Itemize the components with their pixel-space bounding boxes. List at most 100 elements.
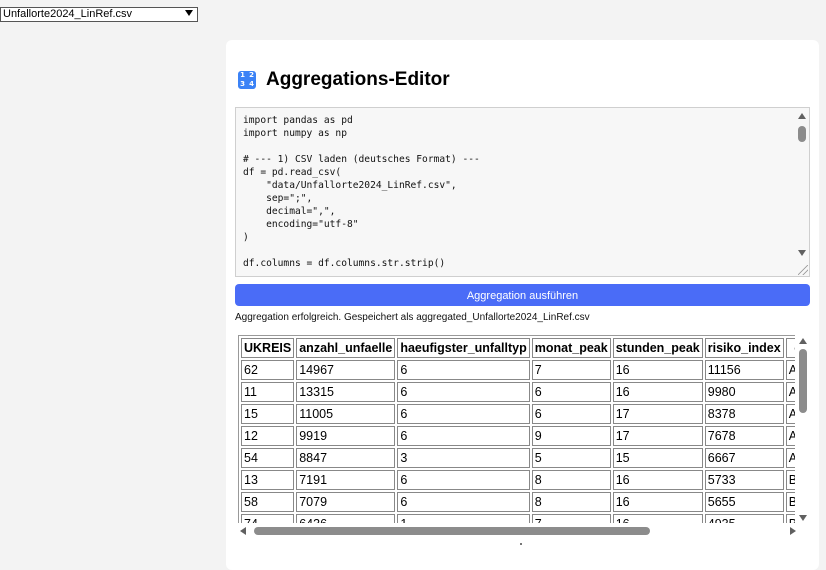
table-header-row: UKREIS anzahl_unfaelle haeufigster_unfal… xyxy=(241,338,795,358)
numbers-icon-glyph: 2 xyxy=(249,71,254,79)
table-row: 58707968165655B_hoc xyxy=(241,492,795,512)
file-select[interactable]: Unfallorte2024_LinRef.csv xyxy=(0,7,198,22)
code-scrollbar[interactable] xyxy=(795,108,809,276)
table-cell: 6667 xyxy=(704,448,784,468)
table-cell: 5655 xyxy=(704,492,784,512)
table-cell: 7191 xyxy=(296,470,396,490)
table-row: 74643617164935B_hoc xyxy=(241,514,795,523)
table-cell: 16 xyxy=(612,492,703,512)
resize-handle-icon[interactable] xyxy=(798,265,808,275)
table-cell: A_extr xyxy=(785,426,795,446)
scroll-up-icon[interactable] xyxy=(799,338,807,344)
table-cell: 17 xyxy=(612,404,703,424)
table-cell: 5 xyxy=(531,448,611,468)
table-cell: 62 xyxy=(241,360,295,380)
scroll-down-icon[interactable] xyxy=(799,515,807,521)
column-header: risiko_index xyxy=(704,338,784,358)
scroll-thumb[interactable] xyxy=(799,349,807,413)
table-cell: 9 xyxy=(531,426,611,446)
column-header: UKREIS xyxy=(241,338,295,358)
column-header: monat_peak xyxy=(531,338,611,358)
table-cell: 4935 xyxy=(704,514,784,523)
table-cell: 13315 xyxy=(296,382,396,402)
table-cell: 3 xyxy=(397,448,530,468)
table-cell: 17 xyxy=(612,426,703,446)
table-cell: 16 xyxy=(612,382,703,402)
table-cell: 9980 xyxy=(704,382,784,402)
table-cell: 11156 xyxy=(704,360,784,380)
scroll-up-icon[interactable] xyxy=(798,113,806,119)
table-cell: 5733 xyxy=(704,470,784,490)
column-header: stunden_peak xyxy=(612,338,703,358)
scroll-thumb[interactable] xyxy=(798,126,806,142)
table-cell: B_hoc xyxy=(785,492,795,512)
column-header: anzahl_unfaelle xyxy=(296,338,396,358)
scroll-down-icon[interactable] xyxy=(798,250,806,256)
table-cell: A_extr xyxy=(785,404,795,424)
table-row: 111331566169980A_extr xyxy=(241,382,795,402)
table-cell: 6 xyxy=(397,360,530,380)
table-cell: 16 xyxy=(612,514,703,523)
table-cell: 58 xyxy=(241,492,295,512)
table-cell: 1 xyxy=(397,514,530,523)
table-horizontal-scrollbar[interactable] xyxy=(238,525,796,537)
results-table: UKREIS anzahl_unfaelle haeufigster_unfal… xyxy=(238,335,795,523)
table-cell: 6 xyxy=(397,382,530,402)
table-cell: A_extr xyxy=(785,382,795,402)
table-cell: 9919 xyxy=(296,426,396,446)
table-cell: 14967 xyxy=(296,360,396,380)
table-cell: A_extr xyxy=(785,360,795,380)
file-select-value: Unfallorte2024_LinRef.csv xyxy=(3,8,133,20)
table-cell: 11005 xyxy=(296,404,396,424)
table-cell: 15 xyxy=(612,448,703,468)
page-title: Aggregations-Editor xyxy=(266,69,450,90)
table-row: 13719168165733B_hoc xyxy=(241,470,795,490)
table-cell: 6 xyxy=(531,404,611,424)
table-row: 6214967671611156A_extr xyxy=(241,360,795,380)
table-cell: B_hoc xyxy=(785,514,795,523)
results-table-container[interactable]: UKREIS anzahl_unfaelle haeufigster_unfal… xyxy=(238,335,795,523)
table-row: 151100566178378A_extr xyxy=(241,404,795,424)
table-cell: B_hoc xyxy=(785,470,795,490)
table-cell: 16 xyxy=(612,470,703,490)
table-cell: 7 xyxy=(531,360,611,380)
numbers-icon-glyph: 1 xyxy=(240,71,245,79)
table-cell: 12 xyxy=(241,426,295,446)
table-cell: 6 xyxy=(531,382,611,402)
table-cell: 11 xyxy=(241,382,295,402)
divider-dot xyxy=(520,543,522,545)
table-cell: 6436 xyxy=(296,514,396,523)
table-cell: 6 xyxy=(397,426,530,446)
scroll-thumb[interactable] xyxy=(254,527,650,535)
table-cell: 8847 xyxy=(296,448,396,468)
table-cell: 7678 xyxy=(704,426,784,446)
table-cell: 8378 xyxy=(704,404,784,424)
table-cell: 6 xyxy=(397,470,530,490)
column-header: clus xyxy=(785,338,795,358)
numbers-icon-glyph: 3 xyxy=(240,80,245,88)
column-header: haeufigster_unfalltyp xyxy=(397,338,530,358)
table-cell: 74 xyxy=(241,514,295,523)
table-cell: 6 xyxy=(397,404,530,424)
table-cell: 8 xyxy=(531,492,611,512)
table-cell: 8 xyxy=(531,470,611,490)
run-aggregation-button[interactable]: Aggregation ausführen xyxy=(235,284,810,306)
table-cell: 7079 xyxy=(296,492,396,512)
chevron-down-icon[interactable] xyxy=(185,10,193,16)
scroll-right-icon[interactable] xyxy=(790,527,796,535)
table-cell: 15 xyxy=(241,404,295,424)
editor-header: 1 2 3 4 Aggregations-Editor xyxy=(238,69,450,91)
table-cell: A_extr xyxy=(785,448,795,468)
status-message: Aggregation erfolgreich. Gespeichert als… xyxy=(235,312,590,323)
table-vertical-scrollbar[interactable] xyxy=(796,335,810,523)
table-cell: 54 xyxy=(241,448,295,468)
scroll-left-icon[interactable] xyxy=(240,527,246,535)
table-row: 12991969177678A_extr xyxy=(241,426,795,446)
table-row: 54884735156667A_extr xyxy=(241,448,795,468)
code-text[interactable]: import pandas as pd import numpy as np #… xyxy=(236,108,809,270)
code-editor[interactable]: import pandas as pd import numpy as np #… xyxy=(235,107,810,277)
table-cell: 16 xyxy=(612,360,703,380)
table-cell: 13 xyxy=(241,470,295,490)
editor-card: 1 2 3 4 Aggregations-Editor import panda… xyxy=(226,40,819,570)
numbers-icon-glyph: 4 xyxy=(249,80,254,88)
